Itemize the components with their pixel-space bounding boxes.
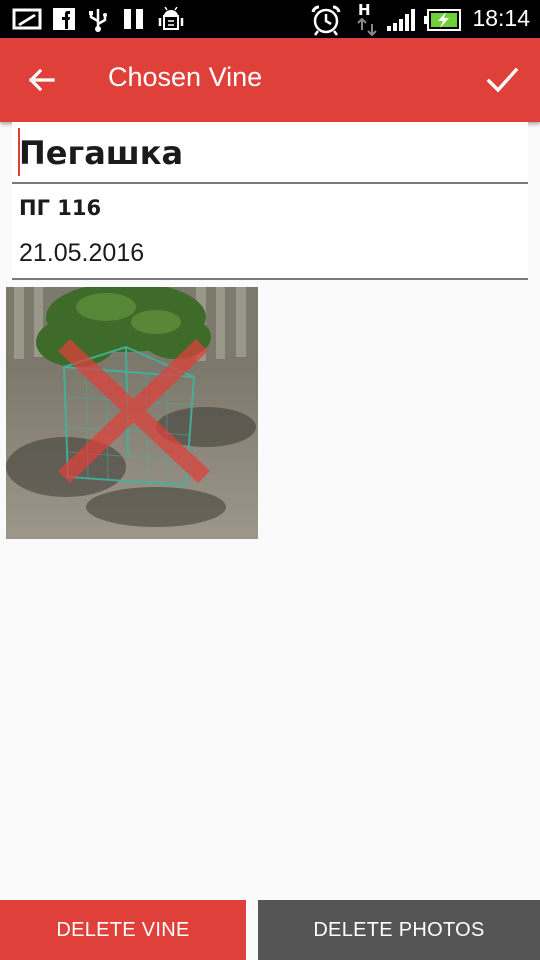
photo-image [6, 287, 258, 539]
delete-photos-button[interactable]: DELETE PHOTOS [258, 900, 540, 960]
alarm-icon [311, 5, 341, 36]
vine-date: 21.05.2016 [19, 239, 145, 267]
facebook-icon [53, 8, 75, 30]
pause-icon [124, 9, 143, 29]
check-icon [486, 67, 519, 93]
network-h-icon: H [355, 1, 379, 37]
battery-charging-icon [424, 9, 461, 31]
android-debug-icon [158, 7, 184, 30]
confirm-button[interactable] [480, 58, 524, 102]
vine-name-field[interactable]: Пегашка [12, 122, 528, 184]
vine-name-text: Пегашка [19, 134, 184, 172]
vine-photo[interactable] [6, 287, 258, 539]
page-title: Chosen Vine [108, 62, 263, 92]
signal-icon [387, 9, 415, 31]
screen-icon [12, 8, 42, 30]
vine-code: ПГ 116 [19, 196, 102, 220]
app-bar: Chosen Vine [0, 38, 540, 122]
status-time: 18:14 [472, 5, 530, 31]
arrow-back-icon [28, 68, 55, 92]
vine-details-field[interactable]: ПГ 116 21.05.2016 [12, 184, 528, 280]
network-type-label: H [358, 1, 371, 19]
status-bar: H 18:14 [0, 0, 540, 38]
back-button[interactable] [20, 58, 64, 102]
usb-icon [89, 9, 107, 32]
delete-vine-button[interactable]: DELETE VINE [0, 900, 246, 960]
